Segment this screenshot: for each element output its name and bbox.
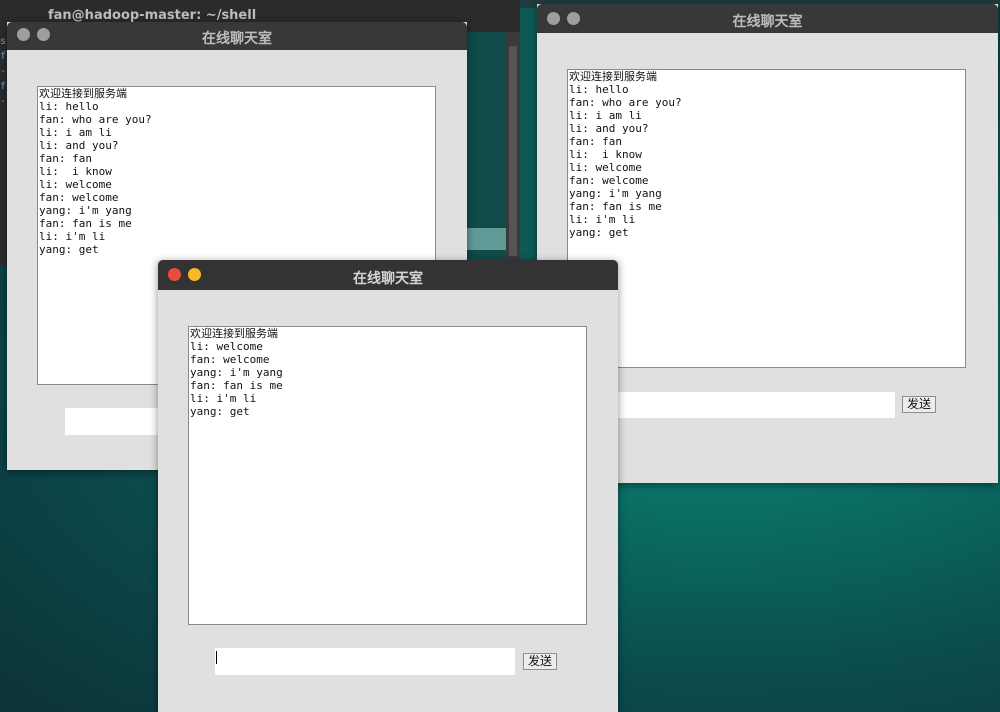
terminal-scrollbar-thumb[interactable] <box>509 46 517 256</box>
chat-message: li: and you? <box>569 122 649 135</box>
send-button[interactable]: 发送 <box>902 396 936 413</box>
window-title: 在线聊天室 <box>732 14 803 30</box>
chat-message: li: i know <box>39 165 112 178</box>
chat-log[interactable]: 欢迎连接到服务端 li: hello fan: who are you? li:… <box>567 69 966 368</box>
chat-message: li: and you? <box>39 139 119 152</box>
chat-message: fan: welcome <box>190 353 270 366</box>
chat-message: 欢迎连接到服务端 <box>569 70 657 83</box>
chat-message: fan: fan <box>39 152 92 165</box>
chat-message: li: i'm li <box>190 392 257 405</box>
chat-message: fan: fan is me <box>569 200 662 213</box>
terminal-scrollbar[interactable] <box>506 32 520 265</box>
terminal-glyph: f <box>0 51 7 62</box>
terminal-glyph: - <box>0 66 7 77</box>
chat-message: fan: welcome <box>39 191 119 204</box>
chat-message: li: i am li <box>39 126 112 139</box>
chat-message: fan: welcome <box>569 174 649 187</box>
chat-message: fan: fan <box>569 135 622 148</box>
text-caret <box>216 651 217 664</box>
terminal-background-pane <box>466 32 520 265</box>
chat-message: li: i know <box>569 148 642 161</box>
chat-message: 欢迎连接到服务端 <box>39 87 127 100</box>
titlebar[interactable]: 在线聊天室 <box>537 4 998 33</box>
terminal-title: fan@hadoop-master: ~/shell <box>48 8 257 23</box>
chat-message: li: hello <box>569 83 629 96</box>
chat-message: yang: get <box>569 226 629 239</box>
message-input[interactable] <box>595 392 895 418</box>
chat-message: li: welcome <box>569 161 642 174</box>
chat-message: fan: fan is me <box>39 217 132 230</box>
chat-window-front[interactable]: 在线聊天室 欢迎连接到服务端 li: welcome fan: welcome … <box>158 260 618 712</box>
chat-message: 欢迎连接到服务端 <box>190 327 278 340</box>
chat-message: yang: i'm yang <box>39 204 132 217</box>
window-title: 在线聊天室 <box>353 271 423 287</box>
chat-message: li: hello <box>39 100 99 113</box>
terminal-text-edge: s f - f - <box>0 34 6 134</box>
titlebar[interactable]: 在线聊天室 <box>7 22 467 50</box>
window-title: 在线聊天室 <box>202 31 272 47</box>
terminal-glyph: - <box>0 96 7 107</box>
chat-message: yang: get <box>190 405 250 418</box>
chat-log[interactable]: 欢迎连接到服务端 li: welcome fan: welcome yang: … <box>188 326 587 625</box>
chat-message: li: i'm li <box>39 230 106 243</box>
chat-message: li: i am li <box>569 109 642 122</box>
chat-message: li: welcome <box>39 178 112 191</box>
titlebar[interactable]: 在线聊天室 <box>158 260 618 290</box>
chat-message: yang: i'm yang <box>190 366 283 379</box>
terminal-glyph: s <box>0 36 7 47</box>
terminal-glyph: f <box>0 81 7 92</box>
chat-message: yang: i'm yang <box>569 187 662 200</box>
message-input[interactable] <box>215 648 515 675</box>
chat-message: yang: get <box>39 243 99 256</box>
chat-message: fan: who are you? <box>569 96 682 109</box>
chat-message: li: welcome <box>190 340 263 353</box>
send-button[interactable]: 发送 <box>523 653 557 670</box>
chat-message: li: i'm li <box>569 213 636 226</box>
desktop-gap <box>520 8 538 268</box>
chat-message: fan: fan is me <box>190 379 283 392</box>
chat-message: fan: who are you? <box>39 113 152 126</box>
